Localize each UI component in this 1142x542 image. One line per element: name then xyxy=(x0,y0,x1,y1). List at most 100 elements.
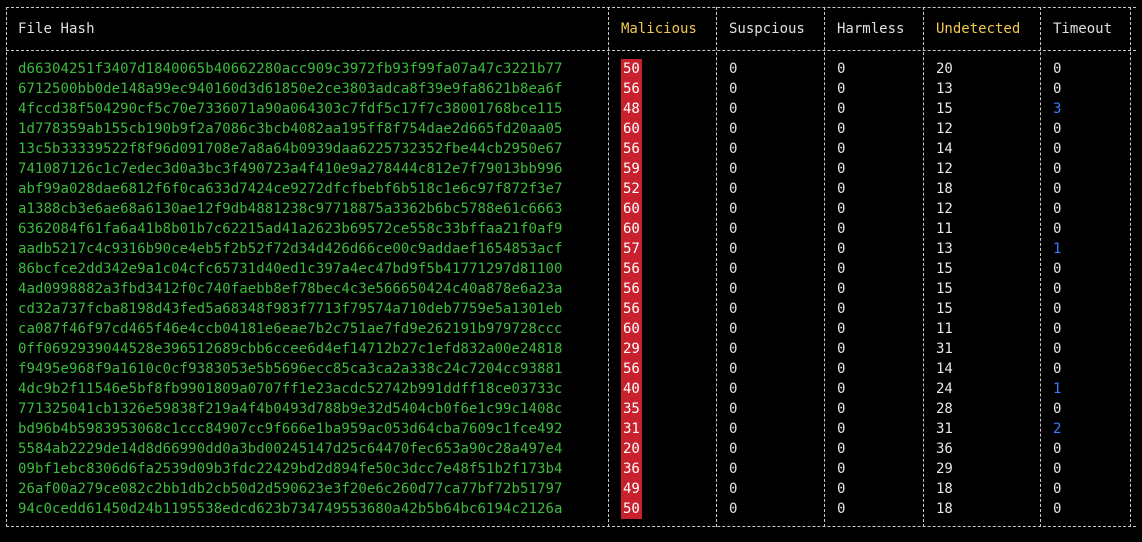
table-row: f9495e968f9a1610c0cf9383053e5b5696ecc85c… xyxy=(0,359,1142,379)
timeout-cell: 0 xyxy=(1053,361,1062,377)
timeout-cell: 0 xyxy=(1053,301,1062,317)
file-hash-cell: 26af00a279ce082c2bb1db2cb50d2d590623e3f2… xyxy=(18,481,563,497)
suspicious-cell: 0 xyxy=(729,201,738,217)
timeout-cell: 1 xyxy=(1053,241,1062,257)
suspicious-cell: 0 xyxy=(729,221,738,237)
undetected-cell: 13 xyxy=(936,241,953,257)
undetected-cell: 28 xyxy=(936,401,953,417)
malicious-count-badge: 56 xyxy=(621,279,642,299)
file-hash-cell: 86bcfce2dd342e9a1c04cfc65731d40ed1c397a4… xyxy=(18,261,563,277)
harmless-cell: 0 xyxy=(837,261,846,277)
harmless-cell: 0 xyxy=(837,361,846,377)
malicious-count-badge: 56 xyxy=(621,259,642,279)
suspicious-cell: 0 xyxy=(729,361,738,377)
undetected-cell: 15 xyxy=(936,101,953,117)
file-hash-cell: ca087f46f97cd465f46e4ccb04181e6eae7b2c75… xyxy=(18,321,563,337)
table-row: 94c0cedd61450d24b1195538edcd623b73474955… xyxy=(0,499,1142,519)
harmless-cell: 0 xyxy=(837,421,846,437)
timeout-cell: 0 xyxy=(1053,261,1062,277)
malicious-count-badge: 52 xyxy=(621,179,642,199)
suspicious-cell: 0 xyxy=(729,461,738,477)
undetected-cell: 14 xyxy=(936,141,953,157)
table-row: abf99a028dae6812f6f0ca633d7424ce9272dfcf… xyxy=(0,179,1142,199)
file-hash-cell: 5584ab2229de14d8d66990dd0a3bd00245147d25… xyxy=(18,441,563,457)
file-hash-cell: 6712500bb0de148a99ec940160d3d61850e2ce38… xyxy=(18,81,563,97)
malicious-cell: 60 xyxy=(621,119,642,139)
file-hash-cell: 771325041cb1326e59838f219a4f4b0493d788b9… xyxy=(18,401,563,417)
harmless-cell: 0 xyxy=(837,101,846,117)
harmless-cell: 0 xyxy=(837,341,846,357)
malicious-count-badge: 35 xyxy=(621,399,642,419)
malicious-cell: 50 xyxy=(621,499,642,519)
suspicious-cell: 0 xyxy=(729,81,738,97)
malicious-count-badge: 48 xyxy=(621,99,642,119)
malicious-cell: 56 xyxy=(621,139,642,159)
malicious-count-badge: 40 xyxy=(621,379,642,399)
malicious-cell: 60 xyxy=(621,319,642,339)
suspicious-cell: 0 xyxy=(729,181,738,197)
malicious-cell: 56 xyxy=(621,259,642,279)
malicious-cell: 36 xyxy=(621,459,642,479)
malicious-cell: 49 xyxy=(621,479,642,499)
table-border-top xyxy=(6,7,1136,8)
timeout-cell: 0 xyxy=(1053,461,1062,477)
harmless-cell: 0 xyxy=(837,121,846,137)
malicious-count-badge: 50 xyxy=(621,59,642,79)
file-hash-cell: 741087126c1c7edec3d0a3bc3f490723a4f410e9… xyxy=(18,161,563,177)
undetected-cell: 15 xyxy=(936,301,953,317)
table-header-row: File Hash Malicious Suspcious Harmless U… xyxy=(0,19,1142,39)
malicious-count-badge: 31 xyxy=(621,419,642,439)
table-row: 5584ab2229de14d8d66990dd0a3bd00245147d25… xyxy=(0,439,1142,459)
suspicious-cell: 0 xyxy=(729,341,738,357)
file-hash-cell: 4dc9b2f11546e5bf8fb9901809a0707ff1e23acd… xyxy=(18,381,563,397)
malicious-cell: 56 xyxy=(621,279,642,299)
timeout-cell: 0 xyxy=(1053,321,1062,337)
undetected-cell: 11 xyxy=(936,221,953,237)
file-hash-cell: f9495e968f9a1610c0cf9383053e5b5696ecc85c… xyxy=(18,361,563,377)
undetected-cell: 18 xyxy=(936,501,953,517)
suspicious-cell: 0 xyxy=(729,441,738,457)
harmless-cell: 0 xyxy=(837,181,846,197)
malicious-cell: 56 xyxy=(621,359,642,379)
header-malicious: Malicious xyxy=(621,21,697,37)
malicious-count-badge: 49 xyxy=(621,479,642,499)
harmless-cell: 0 xyxy=(837,321,846,337)
malicious-count-badge: 56 xyxy=(621,79,642,99)
malicious-cell: 29 xyxy=(621,339,642,359)
table-row: 4fccd38f504290cf5c70e7336071a90a064303c7… xyxy=(0,99,1142,119)
suspicious-cell: 0 xyxy=(729,121,738,137)
malicious-cell: 52 xyxy=(621,179,642,199)
harmless-cell: 0 xyxy=(837,241,846,257)
harmless-cell: 0 xyxy=(837,481,846,497)
file-hash-cell: 0ff0692939044528e396512689cbb6ccee6d4ef1… xyxy=(18,341,563,357)
undetected-cell: 18 xyxy=(936,181,953,197)
harmless-cell: 0 xyxy=(837,61,846,77)
terminal-output: File Hash Malicious Suspcious Harmless U… xyxy=(0,0,1142,542)
timeout-cell: 0 xyxy=(1053,121,1062,137)
harmless-cell: 0 xyxy=(837,301,846,317)
suspicious-cell: 0 xyxy=(729,401,738,417)
timeout-cell: 0 xyxy=(1053,281,1062,297)
file-hash-cell: cd32a737fcba8198d43fed5a68348f983f7713f7… xyxy=(18,301,563,317)
malicious-cell: 40 xyxy=(621,379,642,399)
suspicious-cell: 0 xyxy=(729,421,738,437)
table-row: 1d778359ab155cb190b9f2a7086c3bcb4082aa19… xyxy=(0,119,1142,139)
table-header-separator xyxy=(6,50,1136,51)
undetected-cell: 14 xyxy=(936,361,953,377)
table-row: a1388cb3e6ae68a6130ae12f9db4881238c97718… xyxy=(0,199,1142,219)
malicious-cell: 57 xyxy=(621,239,642,259)
file-hash-cell: 4fccd38f504290cf5c70e7336071a90a064303c7… xyxy=(18,101,563,117)
table-row: cd32a737fcba8198d43fed5a68348f983f7713f7… xyxy=(0,299,1142,319)
harmless-cell: 0 xyxy=(837,161,846,177)
header-timeout: Timeout xyxy=(1053,21,1113,37)
table-row: aadb5217c4c9316b90ce4eb5f2b52f72d34d426d… xyxy=(0,239,1142,259)
table-row: 4ad0998882a3fbd3412f0c740faebb8ef78bec4c… xyxy=(0,279,1142,299)
timeout-cell: 0 xyxy=(1053,501,1062,517)
suspicious-cell: 0 xyxy=(729,141,738,157)
timeout-cell: 1 xyxy=(1053,381,1062,397)
file-hash-cell: aadb5217c4c9316b90ce4eb5f2b52f72d34d426d… xyxy=(18,241,563,257)
malicious-cell: 60 xyxy=(621,199,642,219)
malicious-cell: 60 xyxy=(621,219,642,239)
timeout-cell: 0 xyxy=(1053,161,1062,177)
suspicious-cell: 0 xyxy=(729,161,738,177)
